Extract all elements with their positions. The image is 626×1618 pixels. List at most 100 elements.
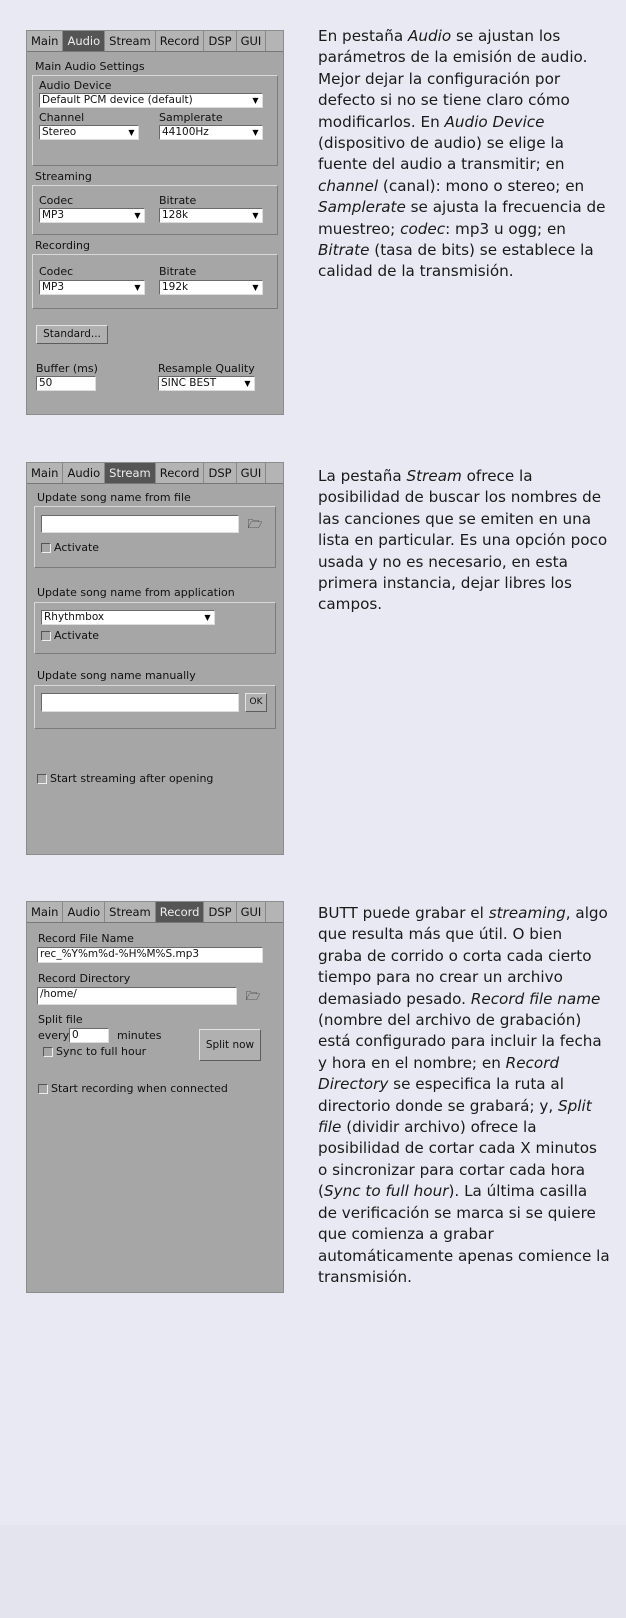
audio-device-select[interactable]: Default PCM device (default) ▼ bbox=[39, 93, 263, 108]
tab-dsp[interactable]: DSP bbox=[204, 463, 237, 483]
every-label: every bbox=[38, 1029, 70, 1042]
update-from-app-label: Update song name from application bbox=[37, 586, 235, 599]
channel-value: Stereo bbox=[42, 126, 77, 138]
folder-icon[interactable]: 🗁 bbox=[243, 987, 263, 1005]
start-recording-label: Start recording when connected bbox=[51, 1082, 228, 1095]
recording-codec-value: MP3 bbox=[42, 281, 65, 293]
text-emphasis: Record file name bbox=[470, 989, 601, 1008]
chevron-down-icon: ▼ bbox=[134, 211, 141, 220]
tab-stream[interactable]: Stream bbox=[105, 902, 156, 922]
main-audio-settings-title: Main Audio Settings bbox=[35, 60, 145, 73]
streaming-codec-label: Codec bbox=[39, 194, 74, 207]
audio-description: En pestaña Audio se ajustan los parámetr… bbox=[318, 26, 610, 283]
song-name-input[interactable] bbox=[41, 693, 239, 712]
tab-bar: Main Audio Stream Record DSP GUI bbox=[27, 31, 283, 52]
text-emphasis: channel bbox=[318, 176, 379, 195]
buffer-label: Buffer (ms) bbox=[36, 362, 98, 375]
start-recording-checkbox[interactable]: Start recording when connected bbox=[38, 1082, 228, 1095]
tab-record[interactable]: Record bbox=[155, 902, 205, 922]
tab-bar: Main Audio Stream Record DSP GUI bbox=[27, 463, 283, 484]
song-file-input[interactable] bbox=[41, 515, 239, 533]
checkbox-icon bbox=[41, 631, 51, 641]
text-segment: En pestaña bbox=[318, 27, 408, 45]
tab-stream[interactable]: Stream bbox=[105, 31, 156, 51]
recording-codec-select[interactable]: MP3 ▼ bbox=[39, 280, 145, 295]
tab-gui[interactable]: GUI bbox=[237, 463, 267, 483]
streaming-codec-value: MP3 bbox=[42, 209, 65, 221]
tab-bar: Main Audio Stream Record DSP GUI bbox=[27, 902, 283, 923]
tab-main[interactable]: Main bbox=[27, 31, 64, 51]
chevron-down-icon: ▼ bbox=[252, 96, 259, 105]
streaming-codec-select[interactable]: MP3 ▼ bbox=[39, 208, 145, 223]
channel-select[interactable]: Stereo ▼ bbox=[39, 125, 139, 140]
text-emphasis: codec bbox=[400, 219, 446, 238]
folder-icon[interactable]: 🗁 bbox=[245, 515, 265, 533]
tab-record[interactable]: Record bbox=[156, 31, 205, 51]
minutes-label: minutes bbox=[117, 1029, 162, 1042]
tab-audio[interactable]: Audio bbox=[63, 902, 106, 922]
page-bottom-band bbox=[0, 1525, 626, 1618]
audio-device-label: Audio Device bbox=[39, 79, 112, 92]
recording-group: Codec Bitrate MP3 ▼ 192k ▼ bbox=[32, 254, 278, 309]
tab-gui[interactable]: GUI bbox=[237, 31, 267, 51]
record-directory-label: Record Directory bbox=[38, 972, 131, 985]
text-emphasis: Stream bbox=[406, 467, 462, 485]
tab-main[interactable]: Main bbox=[27, 902, 64, 922]
ok-button[interactable]: OK bbox=[245, 693, 267, 712]
tab-stream[interactable]: Stream bbox=[105, 463, 156, 483]
recording-bitrate-label: Bitrate bbox=[159, 265, 197, 278]
tab-gui[interactable]: GUI bbox=[237, 902, 267, 922]
text-emphasis: Bitrate bbox=[318, 241, 370, 260]
split-now-button[interactable]: Split now bbox=[199, 1029, 261, 1061]
stream-settings-screenshot: Main Audio Stream Record DSP GUI Update … bbox=[26, 462, 284, 855]
sync-full-hour-checkbox[interactable]: Sync to full hour bbox=[43, 1045, 146, 1058]
update-from-file-group: 🗁 Activate bbox=[34, 506, 276, 568]
activate-file-label: Activate bbox=[54, 541, 100, 554]
record-directory-input[interactable]: /home/ bbox=[37, 987, 237, 1005]
streaming-group: Codec Bitrate MP3 ▼ 128k ▼ bbox=[32, 185, 278, 235]
recording-bitrate-value: 192k bbox=[162, 281, 189, 293]
split-file-label: Split file bbox=[38, 1013, 83, 1026]
streaming-bitrate-label: Bitrate bbox=[159, 194, 197, 207]
record-description: BUTT puede grabar el streaming, algo que… bbox=[318, 903, 610, 1288]
tab-record[interactable]: Record bbox=[156, 463, 205, 483]
text-segment: ofrece la posibilidad de buscar los nomb… bbox=[318, 467, 608, 614]
activate-app-checkbox[interactable]: Activate bbox=[41, 629, 99, 642]
chevron-down-icon: ▼ bbox=[128, 128, 135, 137]
text-emphasis: Sync to full hour bbox=[323, 1182, 449, 1201]
chevron-down-icon: ▼ bbox=[252, 211, 259, 220]
tab-audio[interactable]: Audio bbox=[63, 31, 106, 51]
text-emphasis: Samplerate bbox=[318, 198, 406, 217]
audio-device-value: Default PCM device (default) bbox=[42, 94, 193, 106]
recording-title: Recording bbox=[35, 239, 91, 252]
chevron-down-icon: ▼ bbox=[252, 283, 259, 292]
resample-quality-label: Resample Quality bbox=[158, 362, 255, 375]
application-select[interactable]: Rhythmbox ▼ bbox=[41, 610, 215, 625]
tab-dsp[interactable]: DSP bbox=[204, 31, 237, 51]
text-emphasis: Audio bbox=[407, 27, 452, 45]
record-file-name-input[interactable]: rec_%Y%m%d-%H%M%S.mp3 bbox=[37, 947, 263, 963]
activate-file-checkbox[interactable]: Activate bbox=[41, 541, 99, 554]
record-settings-screenshot: Main Audio Stream Record DSP GUI Record … bbox=[26, 901, 284, 1293]
standard-button[interactable]: Standard... bbox=[36, 325, 108, 344]
split-minutes-input[interactable]: 0 bbox=[69, 1028, 109, 1043]
samplerate-select[interactable]: 44100Hz ▼ bbox=[159, 125, 263, 140]
tab-dsp[interactable]: DSP bbox=[204, 902, 237, 922]
streaming-bitrate-value: 128k bbox=[162, 209, 189, 221]
streaming-bitrate-select[interactable]: 128k ▼ bbox=[159, 208, 263, 223]
samplerate-label: Samplerate bbox=[159, 111, 223, 124]
resample-quality-value: SINC BEST bbox=[161, 377, 217, 389]
update-manually-label: Update song name manually bbox=[37, 669, 196, 682]
start-streaming-checkbox[interactable]: Start streaming after opening bbox=[37, 772, 213, 785]
tab-main[interactable]: Main bbox=[27, 463, 64, 483]
recording-bitrate-select[interactable]: 192k ▼ bbox=[159, 280, 263, 295]
stream-description: La pestaña Stream ofrece la posibilidad … bbox=[318, 466, 610, 616]
checkbox-icon bbox=[38, 1084, 48, 1094]
resample-quality-select[interactable]: SINC BEST ▼ bbox=[158, 376, 255, 391]
tab-audio[interactable]: Audio bbox=[63, 463, 106, 483]
buffer-input[interactable]: 50 bbox=[36, 376, 96, 391]
checkbox-icon bbox=[37, 774, 47, 784]
update-manually-group: OK bbox=[34, 685, 276, 729]
text-segment: (dispositivo de audio) se elige la fuent… bbox=[318, 134, 565, 174]
text-emphasis: Audio Device bbox=[444, 112, 545, 131]
